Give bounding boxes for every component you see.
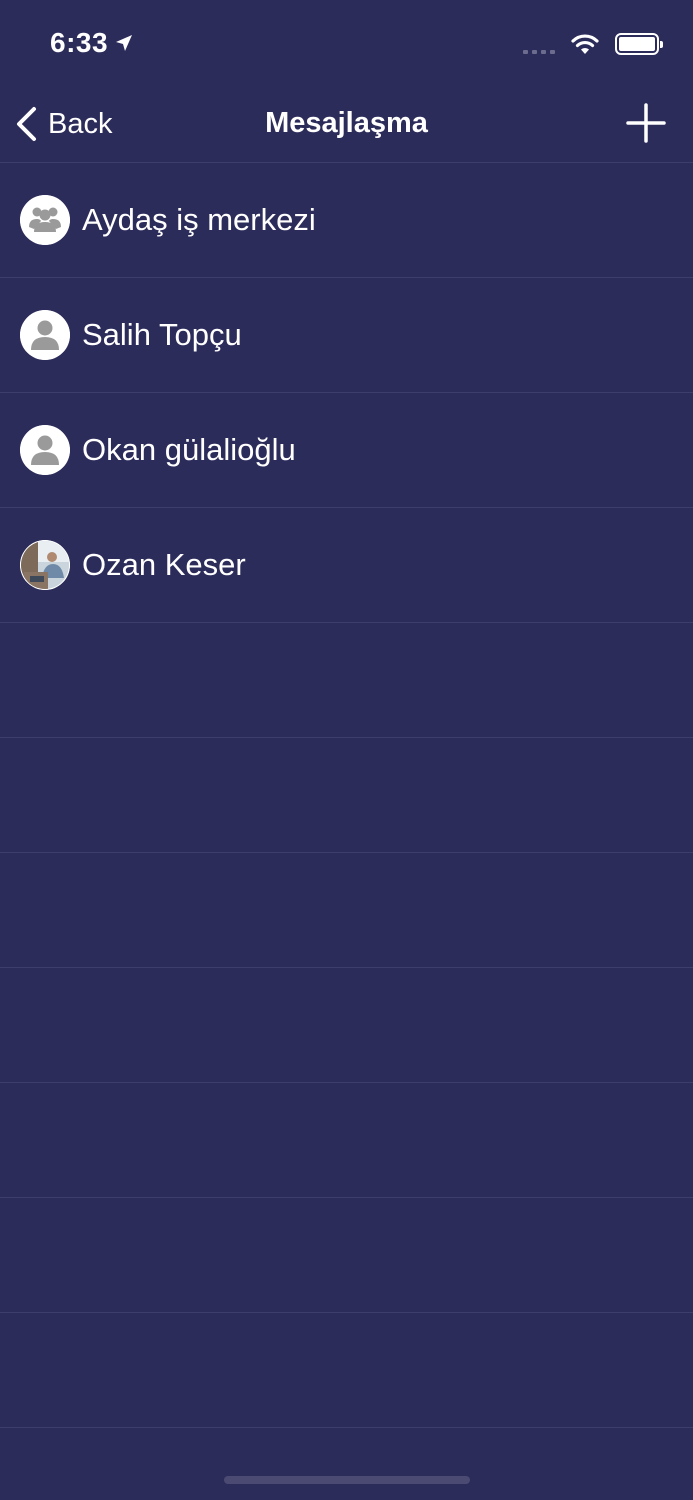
conversation-list: Aydaş iş merkezi Salih Topçu Okan gülali… (0, 162, 693, 1500)
avatar (20, 310, 70, 360)
cellular-signal-icon (523, 34, 555, 54)
empty-list-row (0, 737, 693, 852)
avatar (20, 540, 70, 590)
status-time: 6:33 (50, 27, 134, 59)
empty-list-row (0, 852, 693, 967)
empty-list-row (0, 1197, 693, 1312)
status-bar: 6:33 (0, 0, 693, 88)
empty-list-row (0, 1427, 693, 1500)
empty-list-row (0, 967, 693, 1082)
conversation-item-salih-topcu[interactable]: Salih Topçu (0, 277, 693, 392)
add-conversation-button[interactable] (625, 102, 667, 144)
conversation-name: Okan gülalioğlu (82, 432, 296, 467)
person-icon (20, 425, 70, 475)
group-icon (20, 195, 70, 245)
empty-list-row (0, 1312, 693, 1427)
conversation-item-ozan-keser[interactable]: Ozan Keser (0, 507, 693, 622)
person-icon (20, 310, 70, 360)
status-time-text: 6:33 (50, 27, 109, 58)
avatar (20, 425, 70, 475)
avatar (20, 195, 70, 245)
conversation-item-aydas-is-merkezi[interactable]: Aydaş iş merkezi (0, 162, 693, 277)
profile-photo (20, 540, 70, 590)
messaging-screen: 6:33 Back Mesajlaşma Aydaş iş merkezi Sa… (0, 0, 693, 1500)
home-indicator[interactable] (224, 1476, 470, 1484)
wifi-icon (571, 34, 599, 54)
conversation-name: Salih Topçu (82, 317, 242, 352)
conversation-name: Aydaş iş merkezi (82, 202, 316, 237)
conversation-name: Ozan Keser (82, 547, 246, 582)
navigation-bar: Back Mesajlaşma (0, 88, 693, 162)
status-indicators (523, 32, 663, 56)
page-title: Mesajlaşma (265, 107, 428, 139)
empty-list-row (0, 622, 693, 737)
empty-list-row (0, 1082, 693, 1197)
location-arrow-icon (116, 35, 133, 51)
conversation-item-okan-gulalioglu[interactable]: Okan gülalioğlu (0, 392, 693, 507)
battery-icon (615, 33, 663, 55)
